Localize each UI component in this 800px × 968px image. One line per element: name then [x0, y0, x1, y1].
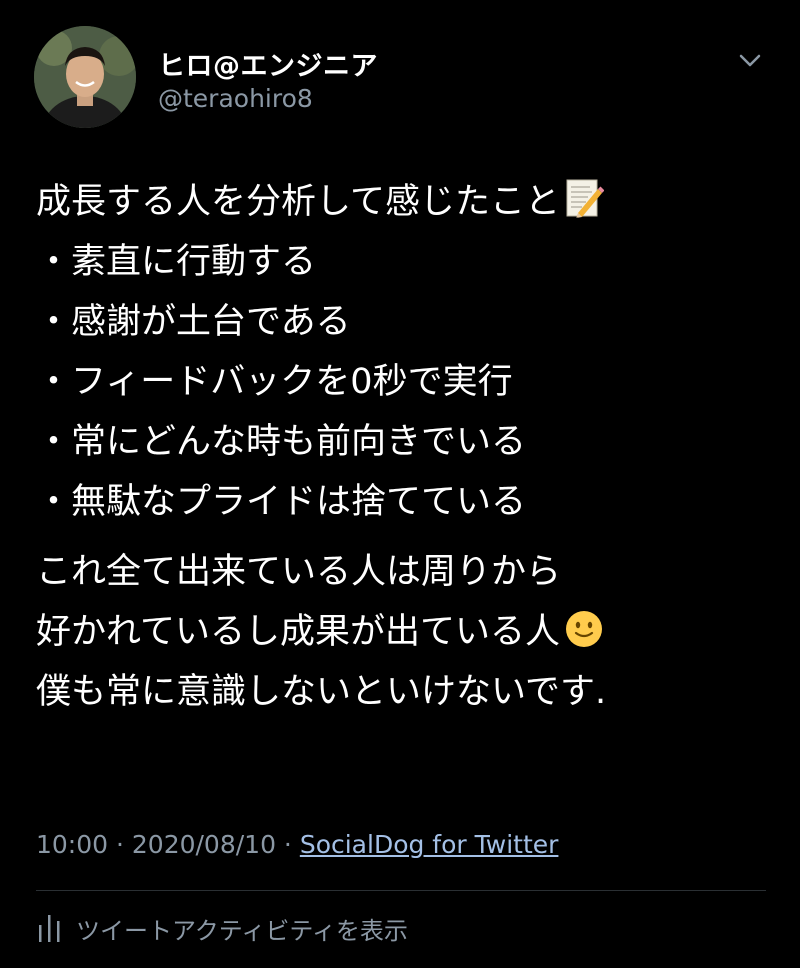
list-item: ・感謝が土台である: [36, 302, 351, 342]
tweet-text: 成長する人を分析して感じたこと ・素直に行動する ・感謝が土台である ・フィード…: [36, 172, 776, 722]
tweet-source-link[interactable]: SocialDog for Twitter: [300, 830, 559, 859]
divider: [36, 890, 766, 891]
meta-separator: ·: [275, 830, 300, 859]
closing-line: 好かれているし成果が出ている人: [36, 612, 560, 652]
closing-line: 僕も常に意識しないといけないです.: [36, 672, 607, 712]
display-name[interactable]: ヒロ@エンジニア: [158, 44, 378, 83]
memo-icon: [564, 177, 605, 238]
analytics-bars-icon: [36, 913, 64, 943]
list-item: ・常にどんな時も前向きでいる: [36, 422, 527, 462]
tweet-heading-line: 成長する人を分析して感じたこと: [36, 172, 776, 232]
tweet-date: 2020/08/10: [131, 830, 276, 859]
closing-line: これ全て出来ている人は周りから: [36, 552, 562, 592]
list-item: ・フィードバックを0秒で実行: [36, 362, 513, 402]
list-item: ・素直に行動する: [36, 242, 317, 282]
chevron-down-icon[interactable]: [732, 46, 768, 76]
list-item: ・無駄なプライドは捨てている: [36, 482, 527, 522]
meta-separator: ·: [108, 830, 132, 859]
tweet-time: 10:00: [36, 830, 109, 859]
user-handle[interactable]: @teraohiro8: [158, 84, 313, 113]
view-tweet-activity-button[interactable]: ツイートアクティビティを表示: [36, 910, 408, 946]
tweet-meta: 10:00 · 2020/08/10 · SocialDog for Twitt…: [36, 830, 558, 859]
avatar[interactable]: [34, 26, 136, 128]
activity-label: ツイートアクティビティを表示: [76, 916, 408, 945]
avatar-image: [34, 26, 136, 128]
tweet-heading: 成長する人を分析して感じたこと: [36, 182, 560, 222]
tweet-detail: ヒロ@エンジニア @teraohiro8 成長する人を分析して感じたこと ・素直…: [0, 0, 800, 968]
closing-line-with-emoji: 好かれているし成果が出ている人: [36, 602, 776, 662]
slightly-smiling-face-icon: [564, 608, 604, 668]
